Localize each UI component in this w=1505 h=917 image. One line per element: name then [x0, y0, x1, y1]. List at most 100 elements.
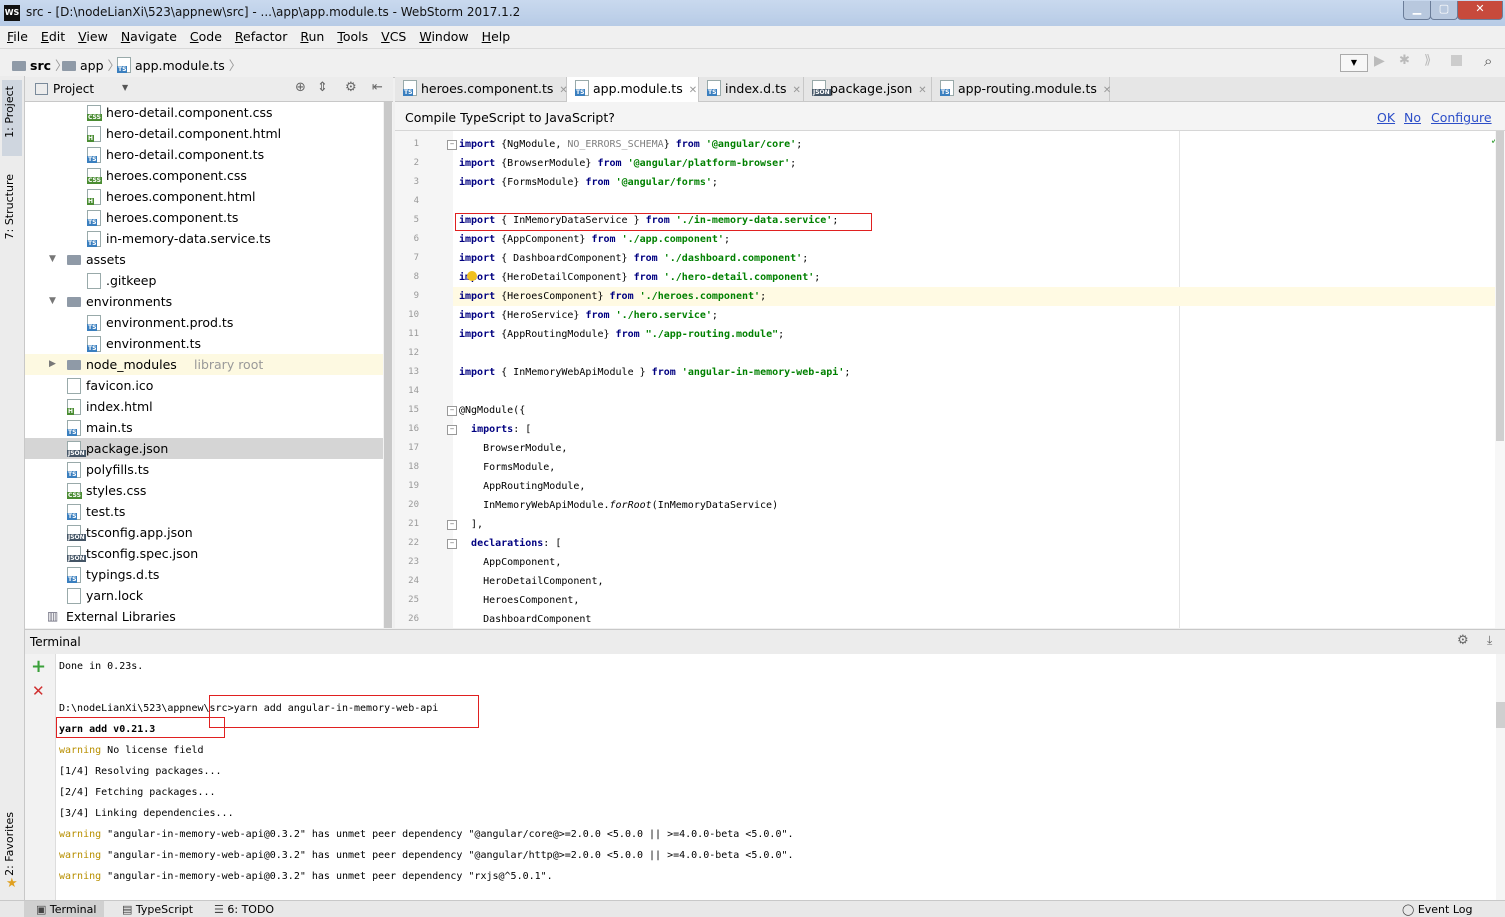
coverage-icon[interactable]: ⟫ — [1424, 53, 1431, 68]
tree-item[interactable]: ▼ environments — [25, 291, 383, 312]
chevron-down-icon[interactable]: ▼ — [122, 83, 128, 92]
project-view-label[interactable]: Project — [53, 82, 94, 96]
tree-item[interactable]: TS heroes.component.ts — [25, 207, 383, 228]
fold-marker-icon[interactable]: − — [447, 140, 457, 150]
minimize-button[interactable]: ▁ — [1403, 1, 1431, 20]
tree-item[interactable]: ▼ assets — [25, 249, 383, 270]
tree-item[interactable]: Hheroes.component.html — [25, 186, 383, 207]
fold-marker-icon[interactable]: − — [447, 539, 457, 549]
project-tool-tab[interactable]: 1: Project — [3, 86, 16, 138]
line-number: 16 — [408, 424, 419, 434]
project-tree-scrollbar[interactable] — [383, 102, 393, 628]
terminal-line: warning "angular-in-memory-web-api@0.3.2… — [59, 866, 553, 887]
collapse-arrow-icon[interactable]: ▶ — [49, 354, 56, 375]
collapse-all-icon[interactable]: ⇕ — [317, 80, 328, 95]
search-icon[interactable]: ⌕ — [1484, 52, 1492, 70]
menu-edit[interactable]: Edit — [34, 26, 71, 44]
expand-arrow-icon[interactable]: ▼ — [49, 249, 56, 270]
menu-code[interactable]: Code — [183, 26, 228, 44]
fold-marker-icon[interactable]: − — [447, 425, 457, 435]
favorites-tool-tab[interactable]: 2: Favorites — [3, 812, 16, 876]
tree-item[interactable]: TS in-memory-data.service.ts — [25, 228, 383, 249]
breadcrumb-src[interactable]: src 〉 — [12, 55, 68, 74]
notification-ok-link[interactable]: OK — [1377, 110, 1395, 125]
stop-icon[interactable] — [1451, 55, 1462, 66]
tree-item[interactable]: ▶ node_modules library root — [25, 354, 383, 375]
menu-refactor[interactable]: Refactor — [228, 26, 293, 44]
menu-run[interactable]: Run — [293, 26, 330, 44]
code-token: './dashboard.component' — [663, 253, 803, 264]
tree-item[interactable]: .gitkeep — [25, 270, 383, 291]
gear-icon[interactable]: ⚙ — [1457, 633, 1469, 648]
menu-view[interactable]: View — [71, 26, 114, 44]
structure-tool-tab[interactable]: 7: Structure — [3, 174, 16, 239]
gear-icon[interactable]: ⚙ — [345, 80, 357, 95]
tree-item[interactable]: JSON tsconfig.app.json — [25, 522, 383, 543]
tree-item[interactable]: TS typings.d.ts — [25, 564, 383, 585]
fold-marker-icon[interactable]: − — [447, 406, 457, 416]
tab-app-module[interactable]: TS app.module.ts ✕ — [567, 77, 699, 102]
breadcrumb-file[interactable]: TS app.module.ts 〉 — [117, 55, 241, 74]
terminal-output[interactable]: Done in 0.23s. D:\nodeLianXi\523\appnew\s… — [56, 654, 1496, 900]
tree-item[interactable]: yarn.lock — [25, 585, 383, 606]
notification-no-link[interactable]: No — [1404, 110, 1421, 125]
tree-item[interactable]: TS environment.prod.ts — [25, 312, 383, 333]
status-tab-todo[interactable]: ☰ 6: TODO — [214, 903, 274, 916]
scrollbar-thumb[interactable] — [1496, 131, 1504, 441]
scrollbar-thumb[interactable] — [384, 102, 392, 628]
close-session-icon[interactable]: ✕ — [32, 682, 45, 700]
run-icon[interactable]: ▶ — [1374, 53, 1385, 69]
tree-item[interactable]: JSON package.json — [25, 438, 383, 459]
tree-item[interactable]: favicon.ico — [25, 375, 383, 396]
expand-arrow-icon[interactable]: ▼ — [49, 291, 56, 312]
menu-help[interactable]: Help — [475, 26, 517, 44]
tab-app-routing-module[interactable]: TS app-routing.module.ts ✕ — [932, 77, 1111, 101]
run-config-dropdown[interactable]: ▼ — [1340, 54, 1368, 72]
tree-item[interactable]: Hhero-detail.component.html — [25, 123, 383, 144]
scrollbar-thumb[interactable] — [1496, 702, 1505, 728]
menu-navigate[interactable]: Navigate — [114, 26, 183, 44]
tree-item[interactable]: TS environment.ts — [25, 333, 383, 354]
tree-item[interactable]: CSS heroes.component.css — [25, 165, 383, 186]
tree-item[interactable]: CSS hero-detail.component.css — [25, 102, 383, 123]
close-tab-icon[interactable]: ✕ — [1103, 85, 1111, 96]
new-session-plus-icon[interactable]: + — [31, 656, 46, 677]
menu-tools[interactable]: Tools — [330, 26, 374, 44]
close-tab-icon[interactable]: ✕ — [689, 85, 697, 96]
tree-item[interactable]: TS polyfills.ts — [25, 459, 383, 480]
ts-file-icon: TS — [403, 80, 417, 96]
tree-item[interactable]: TS main.ts — [25, 417, 383, 438]
menu-window[interactable]: Window — [412, 26, 474, 44]
locate-file-icon[interactable]: ⊕ — [295, 80, 306, 95]
editor-scrollbar[interactable] — [1495, 131, 1505, 628]
debug-icon[interactable]: ✱ — [1399, 53, 1410, 68]
fold-marker-icon[interactable]: − — [447, 520, 457, 530]
hide-panel-icon[interactable]: ⇤ — [372, 80, 383, 95]
maximize-button[interactable]: ▢ — [1430, 1, 1458, 20]
status-tab-terminal[interactable]: ▣ Terminal — [36, 903, 96, 916]
tree-item[interactable]: CSS styles.css — [25, 480, 383, 501]
tree-item[interactable]: TS hero-detail.component.ts — [25, 144, 383, 165]
menu-vcs[interactable]: VCS — [374, 26, 412, 44]
tree-item[interactable]: TS test.ts — [25, 501, 383, 522]
tab-package-json[interactable]: JSON package.json ✕ — [804, 77, 932, 101]
tree-item[interactable]: JSON tsconfig.spec.json — [25, 543, 383, 564]
code-editor[interactable]: 1 2 3 4 5 6 7 8 9 10 11 12 13 14 15 16 17 18 19 20 21 22 23 24 2… — [395, 131, 1495, 628]
close-tab-icon[interactable]: ✕ — [918, 85, 926, 96]
webstorm-app-icon: WS — [4, 5, 20, 21]
notification-configure-link[interactable]: Configure — [1431, 110, 1492, 125]
hide-panel-icon[interactable]: ⤓ — [1487, 633, 1492, 648]
menu-file[interactable]: File — [0, 26, 34, 44]
breadcrumb-app[interactable]: app 〉 — [62, 55, 120, 74]
close-window-button[interactable]: ✕ — [1457, 1, 1503, 20]
terminal-scrollbar[interactable] — [1496, 654, 1505, 900]
tab-heroes-component[interactable]: TS heroes.component.ts ✕ — [395, 77, 568, 101]
event-log-button[interactable]: ◯ Event Log — [1402, 903, 1472, 916]
close-tab-icon[interactable]: ✕ — [792, 85, 800, 96]
star-icon: ★ — [6, 876, 18, 891]
status-tab-typescript[interactable]: ▤ TypeScript — [122, 903, 193, 916]
tab-index-d[interactable]: TS index.d.ts ✕ — [699, 77, 804, 101]
tree-item[interactable]: Hindex.html — [25, 396, 383, 417]
tree-item[interactable]: ▥ External Libraries — [25, 606, 383, 627]
intention-bulb-icon[interactable] — [467, 271, 477, 281]
